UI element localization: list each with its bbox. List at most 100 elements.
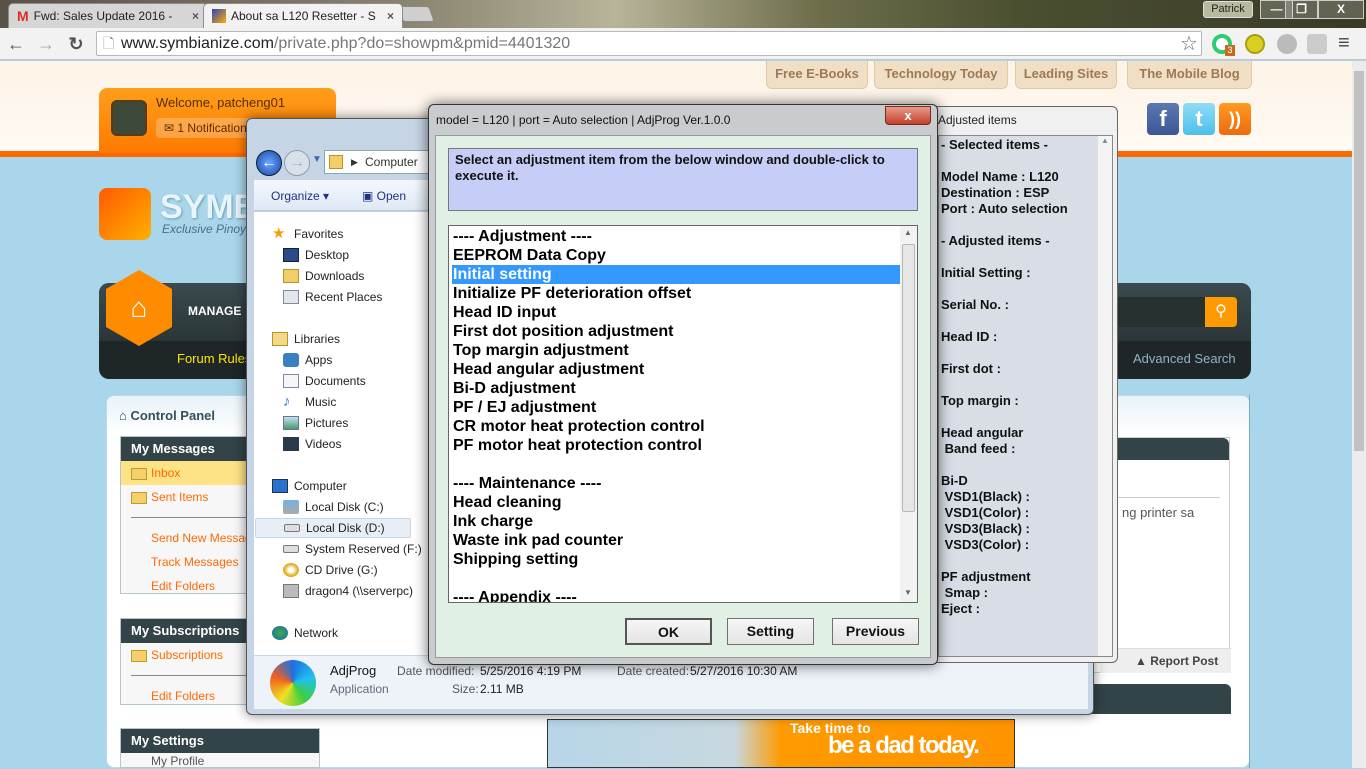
forward-icon[interactable]: →	[36, 34, 56, 55]
list-item[interactable]: CR motor heat protection control	[452, 417, 900, 436]
list-scrollbar[interactable]: ▲ ▼	[900, 226, 917, 602]
tab-label: Fwd: Sales Update 2016 -	[33, 9, 173, 23]
tree-item-pictures[interactable]: Pictures	[283, 413, 348, 433]
nav-forum-rules[interactable]: Forum Rules	[177, 351, 251, 366]
explorer-address-bar[interactable]: ▶ Computer	[324, 150, 434, 174]
scroll-down-icon[interactable]: ▼	[904, 588, 912, 597]
list-item[interactable]: EEPROM Data Copy	[452, 246, 900, 265]
link-free-ebooks[interactable]: Free E-Books	[766, 61, 868, 89]
tree-item-libraries[interactable]: Libraries	[272, 329, 340, 349]
extension-gray-icon[interactable]	[1277, 34, 1297, 54]
adjusted-line	[941, 249, 1068, 265]
list-section-header[interactable]: ---- Adjustment ----	[452, 227, 900, 246]
menu-icon[interactable]: ≡	[1338, 32, 1350, 55]
facebook-icon[interactable]: f	[1147, 103, 1179, 135]
close-window-button[interactable]: X	[1318, 0, 1364, 19]
tree-item-desktop[interactable]: Desktop	[283, 245, 349, 265]
site-logo-icon[interactable]	[99, 188, 151, 240]
welcome-text[interactable]: Welcome, patcheng01	[156, 95, 285, 110]
list-item[interactable]: Ink charge	[452, 512, 900, 531]
nav-manage[interactable]: MANAGE	[188, 304, 241, 318]
bookmark-star-icon[interactable]: ☆	[1180, 31, 1198, 56]
explorer-breadcrumb: Computer	[365, 155, 418, 169]
music-icon: ♪	[283, 393, 291, 410]
setting-button[interactable]: Setting	[727, 618, 814, 645]
tree-item-local-disk-d[interactable]: Local Disk (D:)	[255, 518, 411, 538]
list-item[interactable]: Top margin adjustment	[452, 341, 900, 360]
organize-button[interactable]: Organize ▾	[271, 189, 329, 203]
link-mobile-blog[interactable]: The Mobile Blog	[1127, 61, 1252, 89]
close-tab-icon[interactable]: ×	[387, 9, 394, 23]
close-tab-icon[interactable]: ×	[192, 9, 199, 23]
adjusted-items-scrollbar[interactable]: ▲	[1097, 136, 1112, 656]
adjusted-line	[941, 153, 1068, 169]
tree-item-computer[interactable]: Computer	[272, 476, 347, 496]
list-item[interactable]: Bi-D adjustment	[452, 379, 900, 398]
back-icon[interactable]: ←	[6, 34, 26, 55]
my-profile-link[interactable]: My Profile	[121, 753, 319, 769]
adjusted-line: Destination : ESP	[941, 185, 1050, 200]
tree-item-label: Apps	[305, 353, 333, 367]
open-button[interactable]: ▣ Open	[362, 189, 406, 203]
list-item[interactable]: First dot position adjustment	[452, 322, 900, 341]
dialog-title: model = L120 | port = Auto selection | A…	[436, 113, 731, 127]
restore-button[interactable]: ❐	[1285, 0, 1318, 19]
tree-item-local-disk-c[interactable]: Local Disk (C:)	[283, 497, 384, 517]
list-item[interactable]: Head angular adjustment	[452, 360, 900, 379]
adjusted-line: Eject :	[941, 601, 981, 616]
list-item[interactable]: Waste ink pad counter	[452, 531, 900, 550]
list-item[interactable]: Head cleaning	[452, 493, 900, 512]
scroll-up-icon[interactable]: ▲	[904, 228, 912, 237]
addon-plus-icon[interactable]	[1245, 34, 1265, 54]
ok-button[interactable]: OK	[625, 618, 712, 645]
tree-item-documents[interactable]: Documents	[283, 371, 366, 391]
advanced-search-link[interactable]: Advanced Search	[1133, 351, 1236, 366]
explorer-forward-icon[interactable]: →	[284, 150, 310, 176]
address-bar[interactable]: 🗋 www.symbianize.com/private.php?do=showp…	[96, 31, 1202, 56]
breadcrumb[interactable]: ⌂ Control Panel	[119, 408, 215, 423]
tree-item-downloads[interactable]: Downloads	[283, 266, 364, 286]
extension-fan-icon[interactable]	[1307, 34, 1327, 54]
list-item[interactable]: Head ID input	[452, 303, 900, 322]
tree-item-apps[interactable]: Apps	[283, 350, 332, 370]
tree-item-cd-drive-g[interactable]: CD Drive (G:)	[283, 560, 378, 580]
list-section-header[interactable]: ---- Maintenance ----	[452, 474, 900, 493]
tree-item-label: Local Disk (C:)	[305, 500, 384, 514]
list-item[interactable]: Shipping setting	[452, 550, 900, 569]
list-item[interactable]: PF / EJ adjustment	[452, 398, 900, 417]
tree-item-music[interactable]: ♪ Music	[283, 392, 336, 412]
dialog-close-button[interactable]: x	[885, 106, 931, 125]
report-post-button[interactable]: ▲ Report Post	[1135, 654, 1218, 668]
adjustment-items-list[interactable]: ---- Adjustment ---- EEPROM Data Copy Init…	[448, 225, 918, 603]
tab-gmail[interactable]: M Fwd: Sales Update 2016 - ×	[8, 3, 208, 28]
list-section-header[interactable]: ---- Appendix ----	[452, 588, 900, 602]
tree-item-network[interactable]: Network	[272, 623, 338, 643]
tree-item-recent-places[interactable]: Recent Places	[283, 287, 382, 307]
previous-button[interactable]: Previous	[832, 618, 919, 645]
search-icon[interactable]: ⚲	[1205, 297, 1237, 327]
avatar[interactable]	[111, 100, 147, 136]
tree-item-system-reserved-f[interactable]: System Reserved (F:)	[283, 539, 422, 559]
tab-symbianize[interactable]: About sa L120 Resetter - S ×	[203, 3, 403, 28]
tree-item-favorites[interactable]: ★ Favorites	[272, 224, 343, 244]
computer-icon	[272, 479, 288, 493]
scroll-thumb[interactable]	[902, 244, 915, 512]
list-item[interactable]: Initialize PF deterioration offset	[452, 284, 900, 303]
page-scrollbar[interactable]	[1352, 61, 1366, 768]
explorer-back-icon[interactable]: ←	[256, 150, 282, 176]
recent-pages-icon[interactable]: ▼	[312, 154, 322, 165]
rss-icon[interactable]: ))	[1219, 103, 1251, 135]
adjusted-line: - Selected items -	[941, 137, 1048, 152]
videos-icon	[283, 437, 299, 451]
twitter-icon[interactable]: t	[1183, 103, 1215, 135]
home-small-icon: ⌂	[119, 408, 131, 423]
list-item[interactable]: Initial setting	[452, 265, 900, 284]
tree-item-dragon4-serverpc[interactable]: dragon4 (\\serverpc)	[283, 581, 413, 601]
profile-button[interactable]: Patrick	[1203, 1, 1253, 18]
tree-item-label: Favorites	[294, 227, 344, 241]
link-leading-sites[interactable]: Leading Sites	[1015, 61, 1117, 89]
tree-item-videos[interactable]: Videos	[283, 434, 341, 454]
link-technology-today[interactable]: Technology Today	[874, 61, 1008, 89]
list-item[interactable]: PF motor heat protection control	[452, 436, 900, 455]
reload-icon[interactable]: ↻	[66, 34, 86, 55]
